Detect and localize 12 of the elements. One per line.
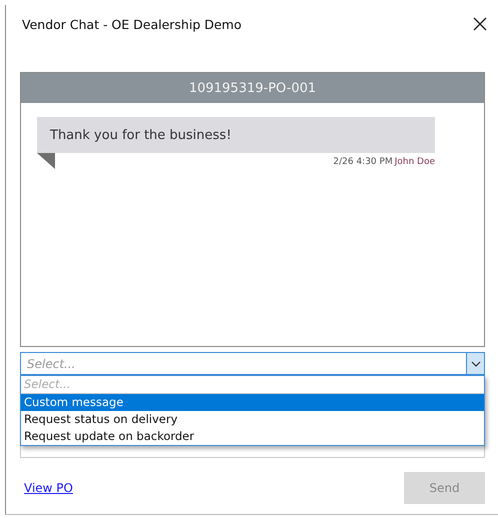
dropdown-option[interactable]: Request status on delivery <box>21 411 484 428</box>
view-po-link[interactable]: View PO <box>20 481 73 495</box>
message-select[interactable]: Select... <box>20 352 485 375</box>
dropdown-option[interactable]: Request update on backorder <box>21 428 484 445</box>
message-time: 2/26 4:30 PM <box>333 157 393 167</box>
dropdown-option[interactable]: Custom message <box>21 394 484 411</box>
message-author: John Doe <box>394 157 435 167</box>
message-bubble: Thank you for the business! <box>37 117 435 153</box>
chat-header: 109195319-PO-001 <box>21 73 484 103</box>
window-title: Vendor Chat - OE Dealership Demo <box>21 16 242 32</box>
bubble-tail-icon <box>37 153 55 169</box>
close-icon[interactable] <box>473 17 487 31</box>
